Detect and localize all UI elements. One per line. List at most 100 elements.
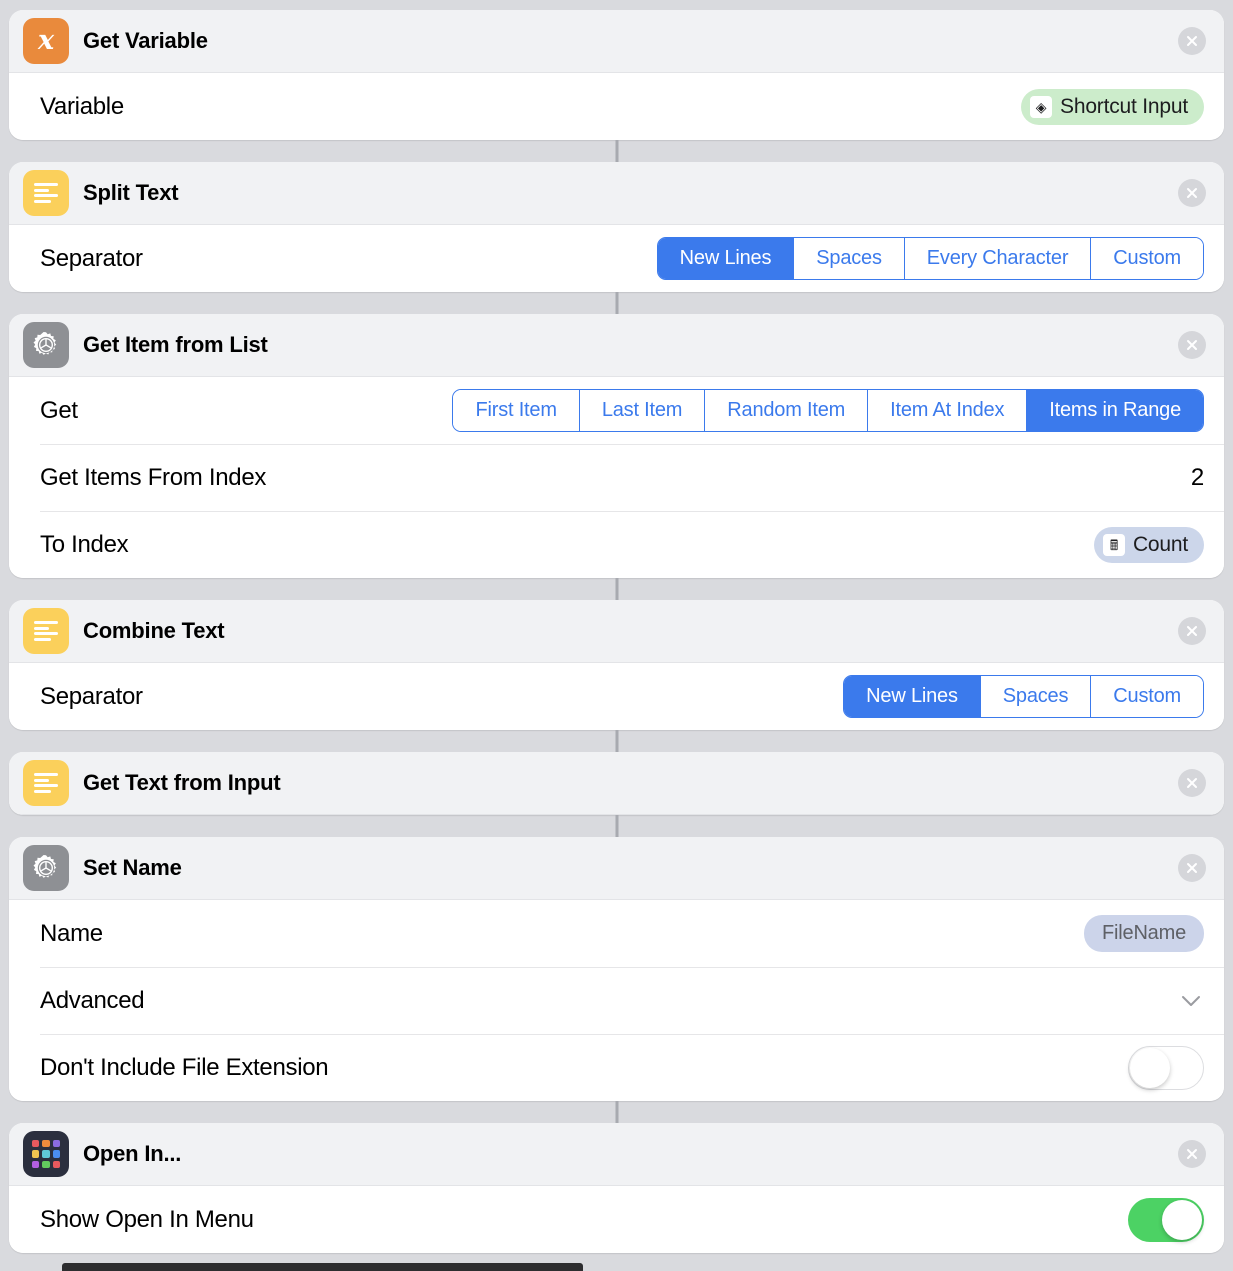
action-connector <box>9 1101 1224 1123</box>
action-title: Get Variable <box>83 28 208 53</box>
action-title: Split Text <box>83 180 179 205</box>
action-header-get-text-from-input[interactable]: Get Text from Input <box>9 752 1224 815</box>
app-grid-dot <box>52 1150 60 1158</box>
action-row-get[interactable]: Get First Item Last Item Random Item Item At… <box>9 377 1224 444</box>
segment-items-in-range[interactable]: Items in Range <box>1027 390 1203 431</box>
row-label: Separator <box>40 244 143 272</box>
action-card-get-variable: x Get Variable Variable ◈ Shortcut Input <box>9 10 1224 140</box>
action-header-combine-text[interactable]: Combine Text <box>9 600 1224 663</box>
action-row-advanced[interactable]: Advanced <box>9 967 1224 1034</box>
action-header-get-item-from-list[interactable]: Get Item from List <box>9 314 1224 377</box>
close-icon[interactable] <box>1178 854 1206 882</box>
text-line <box>34 199 52 203</box>
action-header-split-text[interactable]: Split Text <box>9 162 1224 225</box>
segmented-control-get[interactable]: First Item Last Item Random Item Item At In… <box>452 389 1204 432</box>
segment-every-character[interactable]: Every Character <box>904 238 1092 279</box>
row-label: Get <box>40 396 78 424</box>
close-icon[interactable] <box>1178 179 1206 207</box>
gear-glyph <box>33 332 57 355</box>
segment-custom[interactable]: Custom <box>1091 676 1203 717</box>
app-grid-dot <box>42 1150 50 1158</box>
app-grid-dot <box>32 1160 40 1168</box>
text-lines-icon <box>23 608 69 654</box>
close-icon[interactable] <box>1178 769 1206 797</box>
text-line <box>34 778 49 782</box>
action-row-variable[interactable]: Variable ◈ Shortcut Input <box>9 73 1224 140</box>
segment-first-item[interactable]: First Item <box>453 390 580 431</box>
text-lines-glyph <box>34 773 58 793</box>
segment-last-item[interactable]: Last Item <box>579 390 706 431</box>
segment-random-item[interactable]: Random Item <box>705 390 869 431</box>
action-card-get-item-from-list: Get Item from List Get First Item Last Item… <box>9 314 1224 578</box>
close-icon[interactable] <box>1178 27 1206 55</box>
toggle-knob <box>1162 1199 1202 1240</box>
action-row-show-open-in-menu[interactable]: Show Open In Menu <box>9 1186 1224 1253</box>
action-connector <box>9 578 1224 600</box>
action-title: Get Text from Input <box>83 770 281 795</box>
text-line <box>34 188 49 192</box>
variable-x-icon: x <box>23 18 69 64</box>
close-icon[interactable] <box>1178 617 1206 645</box>
action-title: Combine Text <box>83 618 225 643</box>
token-label: Count <box>1132 532 1188 556</box>
variable-token-shortcut-input[interactable]: ◈ Shortcut Input <box>1021 88 1204 125</box>
action-card-combine-text: Combine Text Separator New Lines Spaces Cust… <box>9 600 1224 730</box>
segmented-control-separator[interactable]: New Lines Spaces Every Character Custom <box>656 237 1204 280</box>
app-grid-icon <box>23 1131 69 1177</box>
action-title: Open In... <box>83 1141 182 1166</box>
action-card-split-text: Split Text Separator New Lines Spaces Every … <box>9 162 1224 292</box>
segment-item-at-index[interactable]: Item At Index <box>868 390 1028 431</box>
text-line <box>34 621 58 624</box>
close-icon[interactable] <box>1178 331 1206 359</box>
segment-spaces[interactable]: Spaces <box>980 676 1092 717</box>
close-icon[interactable] <box>1178 1140 1206 1168</box>
variable-token-count[interactable]: 🖩 Count <box>1093 526 1204 563</box>
app-grid-dot <box>52 1160 60 1168</box>
shortcut-action-list: x Get Variable Variable ◈ Shortcut Input Spli… <box>0 0 1233 1253</box>
segment-new-lines[interactable]: New Lines <box>844 676 981 717</box>
variable-token-filename[interactable]: FileName <box>1084 915 1204 952</box>
action-row-to-index[interactable]: To Index 🖩 Count <box>9 511 1224 578</box>
row-label: To Index <box>40 530 129 558</box>
token-label: FileName <box>1102 922 1186 944</box>
token-label: Shortcut Input <box>1060 94 1188 118</box>
action-header-open-in[interactable]: Open In... <box>9 1123 1224 1186</box>
action-card-get-text-from-input: Get Text from Input <box>9 752 1224 815</box>
toggle-knob <box>1130 1047 1170 1088</box>
app-grid-dot <box>32 1150 40 1158</box>
action-connector <box>9 292 1224 314</box>
action-title: Set Name <box>83 855 182 880</box>
app-grid-glyph <box>32 1140 60 1168</box>
toggle-show-open-in-menu[interactable] <box>1128 1197 1204 1242</box>
text-lines-glyph <box>34 621 58 641</box>
text-line <box>34 637 52 641</box>
action-row-separator[interactable]: Separator New Lines Spaces Custom <box>9 663 1224 730</box>
action-connector <box>9 730 1224 752</box>
row-value[interactable]: 2 <box>1191 464 1204 492</box>
variable-x-glyph: x <box>37 24 55 56</box>
chevron-down-icon[interactable] <box>1178 988 1204 1014</box>
app-grid-dot <box>32 1140 40 1148</box>
app-grid-dot <box>42 1140 50 1148</box>
app-grid-dot <box>42 1160 50 1168</box>
segment-custom[interactable]: Custom <box>1091 238 1203 279</box>
text-line <box>34 773 58 776</box>
action-row-separator[interactable]: Separator New Lines Spaces Every Character C… <box>9 225 1224 292</box>
segment-new-lines[interactable]: New Lines <box>657 238 795 279</box>
action-header-set-name[interactable]: Set Name <box>9 837 1224 900</box>
action-row-name[interactable]: Name FileName <box>9 900 1224 967</box>
action-card-set-name: Set Name Name FileName Advanced Don't Includ… <box>9 837 1224 1101</box>
calculator-icon: 🖩 <box>1102 533 1125 556</box>
row-label: Variable <box>40 92 124 120</box>
toggle-don-t-include-file-extension[interactable] <box>1128 1045 1204 1090</box>
text-lines-icon <box>23 170 69 216</box>
segmented-control-separator[interactable]: New Lines Spaces Custom <box>843 675 1204 718</box>
action-header-get-variable[interactable]: x Get Variable <box>9 10 1224 73</box>
text-lines-glyph <box>34 183 58 203</box>
row-label: Name <box>40 919 103 947</box>
action-connector <box>9 815 1224 837</box>
segment-spaces[interactable]: Spaces <box>794 238 905 279</box>
text-line <box>34 789 52 793</box>
row-label: Get Items From Index <box>40 463 267 491</box>
action-row-don-t-include-file-extension[interactable]: Don't Include File Extension <box>9 1034 1224 1101</box>
